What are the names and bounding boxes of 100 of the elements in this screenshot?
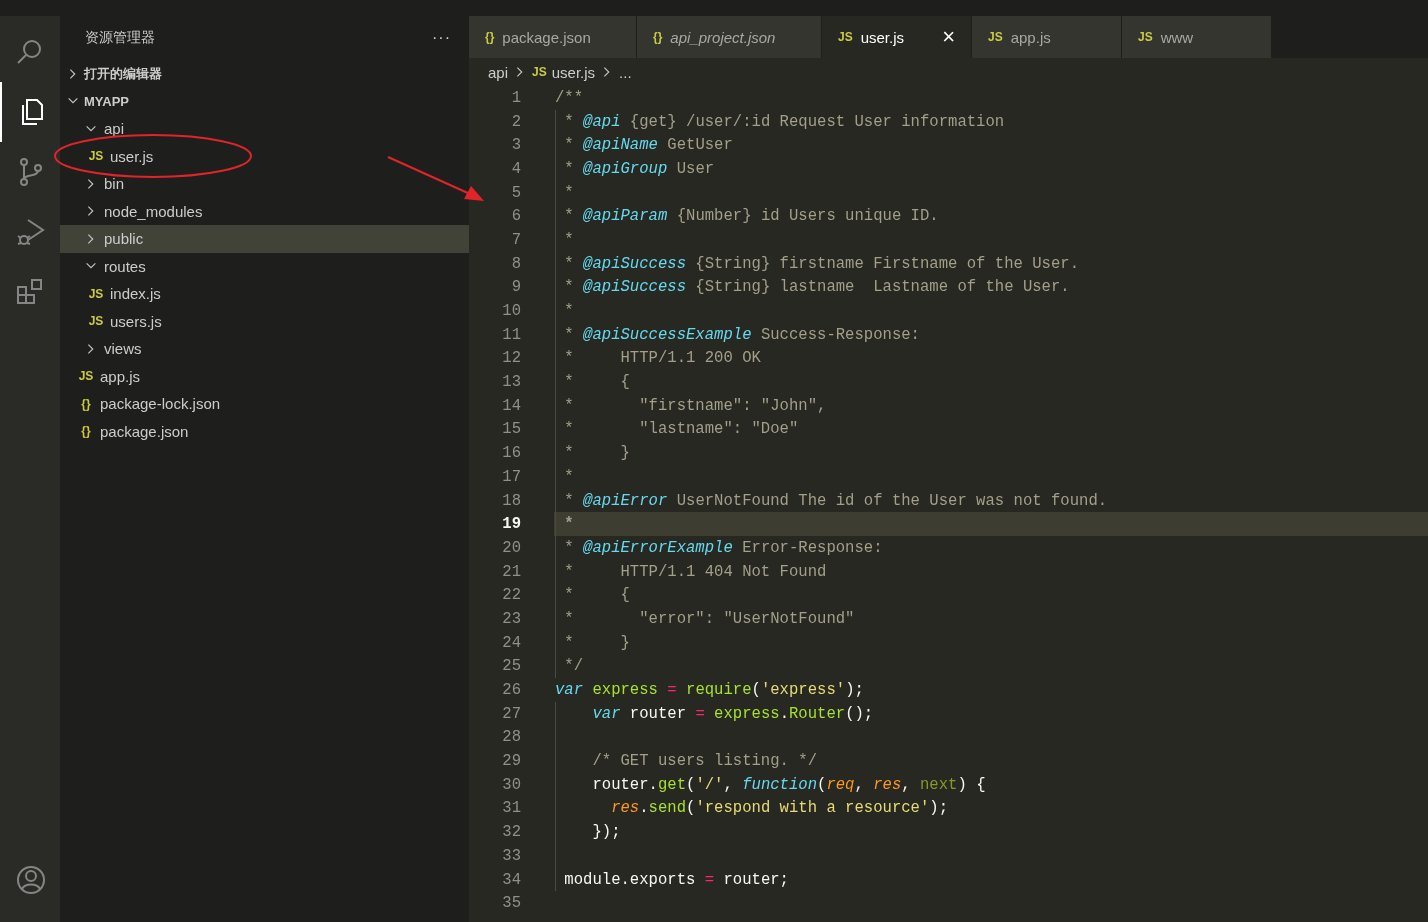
- code-line: *: [563, 302, 574, 321]
- code-line: * @apiParam {Number} id Users unique ID.: [563, 207, 939, 226]
- line-number: 21: [501, 562, 521, 581]
- file-type-icon: JS: [988, 30, 1003, 44]
- line-number: 28: [501, 728, 521, 747]
- file-type-icon: JS: [88, 314, 104, 329]
- line-number: 6: [510, 207, 521, 226]
- code-line: var router = express.Router();: [591, 704, 874, 723]
- editor-tab[interactable]: {} package.json: [469, 16, 636, 58]
- line-number: 35: [501, 894, 521, 913]
- code-line: * "error": "UserNotFound": [563, 609, 855, 628]
- code-line: * @apiErrorExample Error-Response:: [563, 538, 883, 557]
- line-number: 14: [501, 396, 521, 415]
- line-number: 7: [510, 230, 521, 249]
- code-line: * @apiName GetUser: [563, 136, 733, 155]
- line-number: 8: [510, 254, 521, 273]
- file-type-icon: JS: [78, 369, 94, 384]
- breadcrumb-item[interactable]: ...: [619, 63, 632, 81]
- line-number: 10: [501, 302, 521, 321]
- code-line: * }: [563, 633, 630, 652]
- line-number: 2: [510, 112, 521, 131]
- line-number: 15: [501, 420, 521, 439]
- play-bug-icon[interactable]: [15, 216, 47, 248]
- file-type-icon: JS: [838, 30, 853, 44]
- file-type-icon: {}: [78, 396, 94, 411]
- folder-item[interactable]: bin: [60, 170, 469, 198]
- code-line: */: [563, 657, 584, 676]
- line-number: 12: [501, 349, 521, 368]
- line-number: 26: [501, 681, 521, 700]
- file-item[interactable]: JS users.js: [60, 307, 469, 335]
- code-line: * {: [563, 373, 630, 392]
- line-number: 33: [501, 846, 521, 865]
- line-number: 3: [510, 136, 521, 155]
- line-number: 23: [501, 609, 521, 628]
- file-item[interactable]: {} package-lock.json: [60, 390, 469, 418]
- folder-item[interactable]: views: [60, 335, 469, 363]
- section-header[interactable]: MYAPP: [84, 93, 130, 109]
- code-line: /**: [555, 88, 584, 107]
- file-type-icon: JS: [88, 286, 104, 301]
- editor-tab[interactable]: JS user.js ×: [822, 16, 971, 58]
- more-actions[interactable]: ···: [432, 29, 451, 47]
- code-line: * @api {get} /user/:id Request User information: [563, 112, 1005, 131]
- code-line: *: [563, 230, 574, 249]
- file-item[interactable]: {} package.json: [60, 417, 469, 445]
- breadcrumb-item[interactable]: user.js: [551, 63, 596, 81]
- file-type-icon: {}: [653, 30, 663, 44]
- line-number: 18: [501, 491, 521, 510]
- file-type-icon: JS: [88, 149, 104, 164]
- close-icon[interactable]: ×: [942, 26, 955, 48]
- file-item[interactable]: JS index.js: [60, 280, 469, 308]
- line-number: 29: [501, 752, 521, 771]
- code-line: * @apiError UserNotFound The id of the User was not found.: [563, 491, 1108, 510]
- line-number: 32: [501, 823, 521, 842]
- line-number: 17: [501, 467, 521, 486]
- file-item[interactable]: JS app.js: [60, 362, 469, 390]
- file-type-icon: {}: [78, 424, 94, 439]
- code-line: * "firstname": "John",: [563, 396, 827, 415]
- breadcrumb-item[interactable]: api: [488, 63, 509, 81]
- code-line: * @apiSuccessExample Success-Response:: [563, 325, 920, 344]
- line-number: 13: [501, 373, 521, 392]
- file-type-icon: {}: [485, 30, 495, 44]
- code-line: *: [563, 467, 574, 486]
- code-line: * @apiSuccess {String} firstname Firstname of the User.: [563, 254, 1080, 273]
- folder-item[interactable]: public: [60, 225, 469, 253]
- line-number: 20: [501, 538, 521, 557]
- line-number: 16: [501, 444, 521, 463]
- folder-item[interactable]: routes: [60, 252, 469, 280]
- line-number: 9: [510, 278, 521, 297]
- editor-tab[interactable]: JS www: [1122, 16, 1271, 58]
- line-number: 22: [501, 586, 521, 605]
- code-line: });: [591, 823, 621, 842]
- editor-tab[interactable]: JS app.js: [972, 16, 1121, 58]
- code-line: * "lastname": "Doe": [563, 420, 799, 439]
- line-number: 4: [510, 159, 521, 178]
- line-number: 27: [501, 704, 521, 723]
- code-line: * HTTP/1.1 200 OK: [563, 349, 761, 368]
- code-line: *: [563, 515, 574, 534]
- line-number: 19: [501, 515, 521, 534]
- section-header[interactable]: 打开的编辑器: [84, 64, 162, 83]
- file-item[interactable]: JS user.js: [60, 142, 469, 170]
- code-line: * @apiGroup User: [563, 159, 715, 178]
- folder-item[interactable]: api: [60, 115, 469, 143]
- account-icon[interactable]: [15, 864, 47, 896]
- line-number: 5: [510, 183, 521, 202]
- line-number: 30: [501, 775, 521, 794]
- line-number: 31: [501, 799, 521, 818]
- line-number: 25: [501, 657, 521, 676]
- folder-item[interactable]: node_modules: [60, 197, 469, 225]
- line-number: 34: [501, 870, 521, 889]
- panel-title: 资源管理器: [85, 29, 155, 47]
- line-number: 24: [501, 633, 521, 652]
- line-number: 11: [501, 325, 521, 344]
- editor-tab[interactable]: {} api_project.json: [637, 16, 821, 58]
- code-line: res.send('respond with a resource');: [610, 799, 949, 818]
- code-line: * HTTP/1.1 404 Not Found: [563, 562, 827, 581]
- code-line: /* GET users listing. */: [591, 752, 818, 771]
- code-line: var express = require('express');: [555, 681, 864, 700]
- code-line: * }: [563, 444, 630, 463]
- code-line: module.exports = router;: [563, 870, 789, 889]
- file-type-icon: JS: [532, 65, 547, 79]
